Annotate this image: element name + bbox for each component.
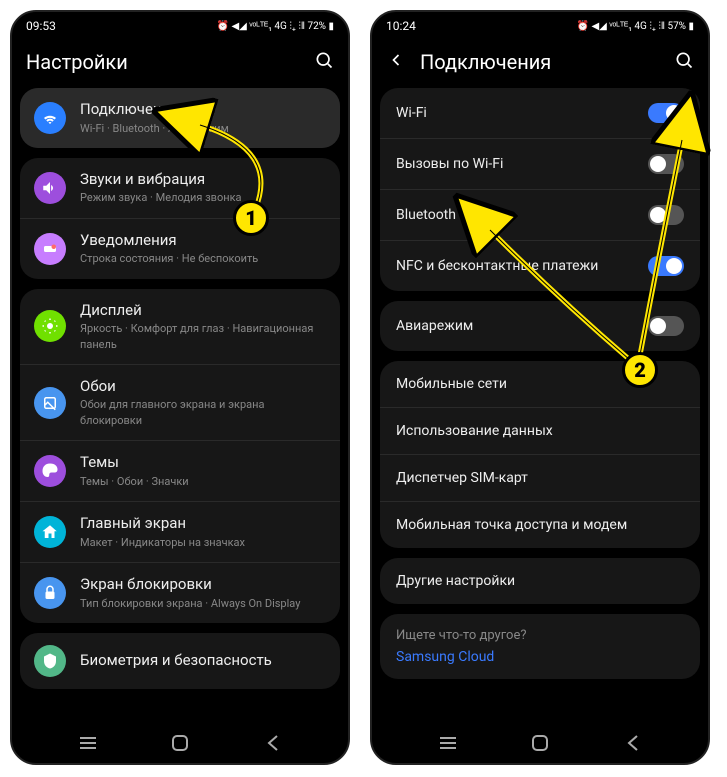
row-label: Вызовы по Wi-Fi	[396, 156, 503, 172]
row-wallpaper[interactable]: Обои Обои для главного экрана и экрана б…	[20, 365, 340, 441]
looking-for-other: Ищете что-то другое? Samsung Cloud	[380, 614, 700, 679]
toggle-wifi-calling[interactable]	[648, 154, 684, 174]
bell-icon	[34, 233, 66, 265]
row-label: Использование данных	[396, 423, 553, 439]
toggle-bluetooth[interactable]	[648, 205, 684, 225]
status-time: 09:53	[26, 19, 56, 33]
row-title: Главный экран	[80, 514, 326, 534]
row-sub: Wi-Fi · Bluetooth · Авиарежим	[80, 121, 326, 136]
nav-back[interactable]	[621, 732, 643, 754]
row-title: Обои	[80, 377, 326, 397]
status-bar: 10:24 ⏰ ◀◢ ᵛᵒᴸᵀᴱ₁ 4G ⫶₊ ⫶‖ 57% ▮	[372, 12, 708, 40]
row-label: Мобильная точка доступа и модем	[396, 517, 627, 533]
search-icon[interactable]	[674, 50, 694, 74]
row-label: Другие настройки	[396, 573, 515, 589]
phone-right-connections: 10:24 ⏰ ◀◢ ᵛᵒᴸᵀᴱ₁ 4G ⫶₊ ⫶‖ 57% ▮ Подключ…	[370, 10, 710, 765]
row-connections[interactable]: Подключения Wi-Fi · Bluetooth · Авиарежи…	[20, 88, 340, 148]
row-mobile-networks[interactable]: Мобильные сети	[380, 361, 700, 408]
themes-icon	[34, 455, 66, 487]
nav-back[interactable]	[261, 732, 283, 754]
row-label: Wi-Fi	[396, 105, 427, 121]
row-themes[interactable]: Темы Темы · Обои · Значки	[20, 441, 340, 502]
row-sub: Темы · Обои · Значки	[80, 474, 326, 489]
page-title: Настройки	[26, 50, 128, 74]
row-notifications[interactable]: Уведомления Строка состояния · Не беспок…	[20, 219, 340, 279]
row-biometrics[interactable]: Биометрия и безопасность	[20, 633, 340, 689]
security-icon	[34, 645, 66, 677]
row-title: Подключения	[80, 100, 326, 120]
nav-bar	[372, 723, 708, 763]
page-title: Подключения	[420, 50, 551, 74]
nav-recents[interactable]	[437, 732, 459, 754]
row-title: Биометрия и безопасность	[80, 651, 326, 671]
phone-left-settings: 09:53 ⏰ ◀◢ ᵛᵒᴸᵀᴱ₁ 4G ⫶₊ ⫶‖ 72% ▮ Настрой…	[10, 10, 350, 765]
status-bar: 09:53 ⏰ ◀◢ ᵛᵒᴸᵀᴱ₁ 4G ⫶₊ ⫶‖ 72% ▮	[12, 12, 348, 40]
row-homescreen[interactable]: Главный экран Макет · Индикаторы на знач…	[20, 502, 340, 563]
row-sounds[interactable]: Звуки и вибрация Режим звука · Мелодия з…	[20, 158, 340, 219]
row-sub: Обои для главного экрана и экрана блокир…	[80, 397, 326, 428]
header: Подключения	[372, 40, 708, 88]
row-sub: Тип блокировки экрана · Always On Displa…	[80, 596, 326, 611]
back-icon[interactable]	[386, 50, 406, 74]
sound-icon	[34, 172, 66, 204]
row-data-usage[interactable]: Использование данных	[380, 408, 700, 455]
row-display[interactable]: Дисплей Яркость · Комфорт для глаз · Нав…	[20, 289, 340, 365]
row-label: Диспетчер SIM-карт	[396, 470, 528, 486]
status-time: 10:24	[386, 19, 416, 33]
row-sub: Яркость · Комфорт для глаз · Навигационн…	[80, 321, 326, 352]
row-title: Звуки и вибрация	[80, 170, 326, 190]
wifi-icon	[34, 102, 66, 134]
row-label: Мобильные сети	[396, 376, 507, 392]
toggle-airplane[interactable]	[648, 316, 684, 336]
row-sub: Режим звука · Мелодия звонка	[80, 190, 326, 205]
nav-bar	[12, 723, 348, 763]
row-title: Дисплей	[80, 301, 326, 321]
row-wifi-calling[interactable]: Вызовы по Wi-Fi	[380, 139, 700, 190]
row-title: Уведомления	[80, 231, 326, 251]
row-nfc[interactable]: NFC и бесконтактные платежи	[380, 241, 700, 291]
row-title: Экран блокировки	[80, 575, 326, 595]
row-title: Темы	[80, 453, 326, 473]
status-right: ⏰ ◀◢ ᵛᵒᴸᵀᴱ₁ 4G ⫶₊ ⫶‖ 72% ▮	[217, 21, 334, 32]
nav-recents[interactable]	[77, 732, 99, 754]
row-hotspot[interactable]: Мобильная точка доступа и модем	[380, 502, 700, 548]
nav-home[interactable]	[529, 732, 551, 754]
search-icon[interactable]	[314, 50, 334, 74]
display-icon	[34, 310, 66, 342]
status-right: ⏰ ◀◢ ᵛᵒᴸᵀᴱ₁ 4G ⫶₊ ⫶‖ 57% ▮	[577, 21, 694, 32]
toggle-wifi[interactable]	[648, 103, 684, 123]
nav-home[interactable]	[169, 732, 191, 754]
row-label: Авиарежим	[396, 318, 473, 334]
row-label: NFC и бесконтактные платежи	[396, 258, 598, 274]
wallpaper-icon	[34, 387, 66, 419]
home-icon	[34, 516, 66, 548]
connections-list: Wi-Fi Вызовы по Wi-Fi Bluetooth NFC и бе…	[372, 88, 708, 723]
header: Настройки	[12, 40, 348, 88]
row-sub: Строка состояния · Не беспокоить	[80, 251, 326, 266]
row-more-settings[interactable]: Другие настройки	[380, 558, 700, 604]
row-airplane[interactable]: Авиарежим	[380, 301, 700, 351]
other-title: Ищете что-то другое?	[396, 628, 684, 643]
settings-list: Подключения Wi-Fi · Bluetooth · Авиарежи…	[12, 88, 348, 723]
lock-icon	[34, 577, 66, 609]
toggle-nfc[interactable]	[648, 256, 684, 276]
row-lockscreen[interactable]: Экран блокировки Тип блокировки экрана ·…	[20, 563, 340, 623]
row-label: Bluetooth	[396, 207, 456, 223]
samsung-cloud-link[interactable]: Samsung Cloud	[396, 649, 684, 665]
row-wifi[interactable]: Wi-Fi	[380, 88, 700, 139]
row-bluetooth[interactable]: Bluetooth	[380, 190, 700, 241]
row-sub: Макет · Индикаторы на значках	[80, 535, 326, 550]
row-sim-manager[interactable]: Диспетчер SIM-карт	[380, 455, 700, 502]
